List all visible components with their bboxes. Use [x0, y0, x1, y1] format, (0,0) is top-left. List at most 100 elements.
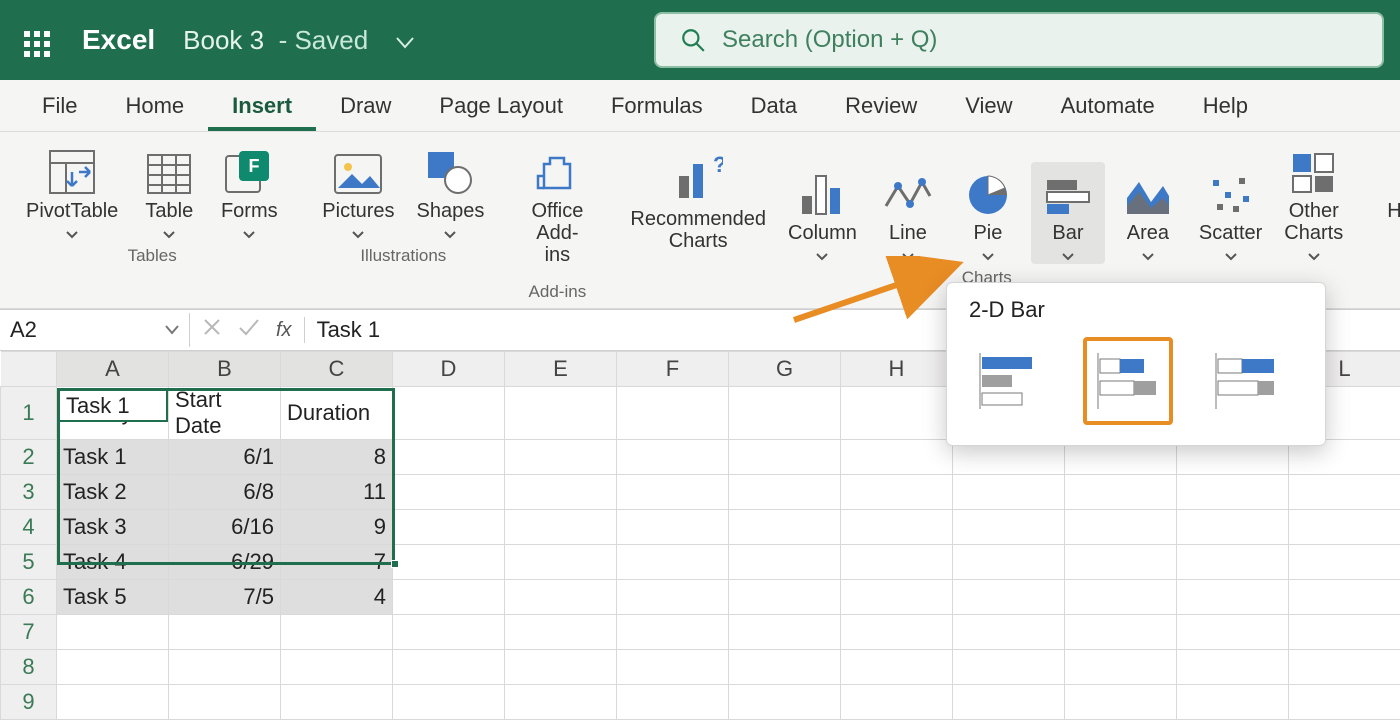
cell[interactable]: Start Date — [169, 387, 281, 440]
cell[interactable] — [729, 440, 841, 475]
tab-data[interactable]: Data — [727, 83, 821, 131]
cell[interactable] — [57, 615, 169, 650]
cell[interactable]: 9 — [281, 510, 393, 545]
cell[interactable] — [505, 440, 617, 475]
confirm-icon[interactable] — [238, 317, 260, 343]
cell[interactable]: Duration — [281, 387, 393, 440]
column-header-C[interactable]: C — [281, 352, 393, 387]
column-header-E[interactable]: E — [505, 352, 617, 387]
cell[interactable] — [505, 580, 617, 615]
cell[interactable]: 7 — [281, 545, 393, 580]
cell[interactable] — [505, 685, 617, 720]
cell[interactable] — [505, 475, 617, 510]
cell[interactable] — [953, 475, 1065, 510]
search-input[interactable]: Search (Option + Q) — [654, 12, 1384, 68]
chart-option-100-stacked-bar[interactable] — [1201, 337, 1291, 425]
cell[interactable] — [953, 685, 1065, 720]
pie-button[interactable]: Pie — [951, 162, 1025, 264]
cell[interactable]: 6/8 — [169, 475, 281, 510]
cell[interactable] — [1065, 545, 1177, 580]
cell[interactable] — [393, 650, 505, 685]
row-header-3[interactable]: 3 — [1, 475, 57, 510]
cell[interactable] — [729, 615, 841, 650]
row-header-5[interactable]: 5 — [1, 545, 57, 580]
cell[interactable] — [841, 510, 953, 545]
cell[interactable] — [617, 440, 729, 475]
cell[interactable] — [841, 387, 953, 440]
cell[interactable] — [393, 510, 505, 545]
cell[interactable] — [1065, 580, 1177, 615]
row-header-1[interactable]: 1 — [1, 387, 57, 440]
chevron-down-icon[interactable] — [396, 25, 414, 56]
shapes-button[interactable]: Shapes — [409, 140, 493, 242]
tab-view[interactable]: View — [941, 83, 1036, 131]
cell[interactable] — [1065, 475, 1177, 510]
cell[interactable] — [1177, 615, 1289, 650]
cell[interactable] — [393, 580, 505, 615]
cell[interactable]: 6/1 — [169, 440, 281, 475]
cell[interactable] — [617, 510, 729, 545]
tab-insert[interactable]: Insert — [208, 83, 316, 131]
cell[interactable] — [393, 685, 505, 720]
column-header-H[interactable]: H — [841, 352, 953, 387]
cell[interactable] — [729, 650, 841, 685]
scatter-button[interactable]: Scatter — [1191, 162, 1270, 264]
selection-handle[interactable] — [391, 560, 399, 568]
fx-icon[interactable]: fx — [276, 319, 292, 342]
cell[interactable] — [617, 580, 729, 615]
tab-automate[interactable]: Automate — [1037, 83, 1179, 131]
column-header-D[interactable]: D — [393, 352, 505, 387]
tab-page-layout[interactable]: Page Layout — [415, 83, 587, 131]
cancel-icon[interactable] — [202, 317, 222, 343]
cell[interactable] — [505, 387, 617, 440]
recommended-button[interactable]: ?RecommendedCharts — [622, 148, 774, 264]
cell[interactable] — [617, 545, 729, 580]
row-header-7[interactable]: 7 — [1, 615, 57, 650]
cell[interactable] — [505, 615, 617, 650]
cell[interactable] — [729, 545, 841, 580]
forms-button[interactable]: FForms — [212, 140, 286, 242]
cell[interactable] — [169, 685, 281, 720]
cell[interactable] — [617, 615, 729, 650]
cell[interactable]: 11 — [281, 475, 393, 510]
cell[interactable] — [393, 545, 505, 580]
cell[interactable] — [1065, 650, 1177, 685]
cell[interactable] — [841, 650, 953, 685]
tab-review[interactable]: Review — [821, 83, 941, 131]
cell[interactable] — [57, 650, 169, 685]
cell[interactable]: Task 1 — [57, 440, 169, 475]
cell[interactable] — [281, 685, 393, 720]
cell[interactable] — [1177, 545, 1289, 580]
cell[interactable] — [505, 510, 617, 545]
column-header-A[interactable]: A — [57, 352, 169, 387]
hyperlink-button[interactable]: Hyperlink — [1379, 140, 1400, 234]
column-header-B[interactable]: B — [169, 352, 281, 387]
cell[interactable] — [729, 580, 841, 615]
cell[interactable]: 7/5 — [169, 580, 281, 615]
cell[interactable]: 4 — [281, 580, 393, 615]
cell[interactable] — [1289, 510, 1400, 545]
cell[interactable] — [729, 387, 841, 440]
row-header-6[interactable]: 6 — [1, 580, 57, 615]
cell[interactable] — [1065, 615, 1177, 650]
cell[interactable] — [1177, 475, 1289, 510]
cell[interactable] — [729, 475, 841, 510]
cell[interactable] — [505, 545, 617, 580]
line-button[interactable]: Line — [871, 162, 945, 264]
tab-help[interactable]: Help — [1179, 83, 1272, 131]
row-header-4[interactable]: 4 — [1, 510, 57, 545]
tab-formulas[interactable]: Formulas — [587, 83, 727, 131]
cell[interactable] — [953, 650, 1065, 685]
pictures-button[interactable]: Pictures — [314, 140, 402, 242]
cell[interactable] — [953, 615, 1065, 650]
select-all-corner[interactable] — [1, 352, 57, 387]
cell[interactable] — [1289, 615, 1400, 650]
cell[interactable] — [1065, 510, 1177, 545]
cell[interactable] — [841, 475, 953, 510]
cell[interactable] — [729, 685, 841, 720]
chart-option-stacked-bar[interactable] — [1083, 337, 1173, 425]
bar-button[interactable]: Bar — [1031, 162, 1105, 264]
formula-content[interactable]: Task 1 — [305, 317, 393, 343]
cell[interactable] — [505, 650, 617, 685]
cell[interactable] — [841, 615, 953, 650]
